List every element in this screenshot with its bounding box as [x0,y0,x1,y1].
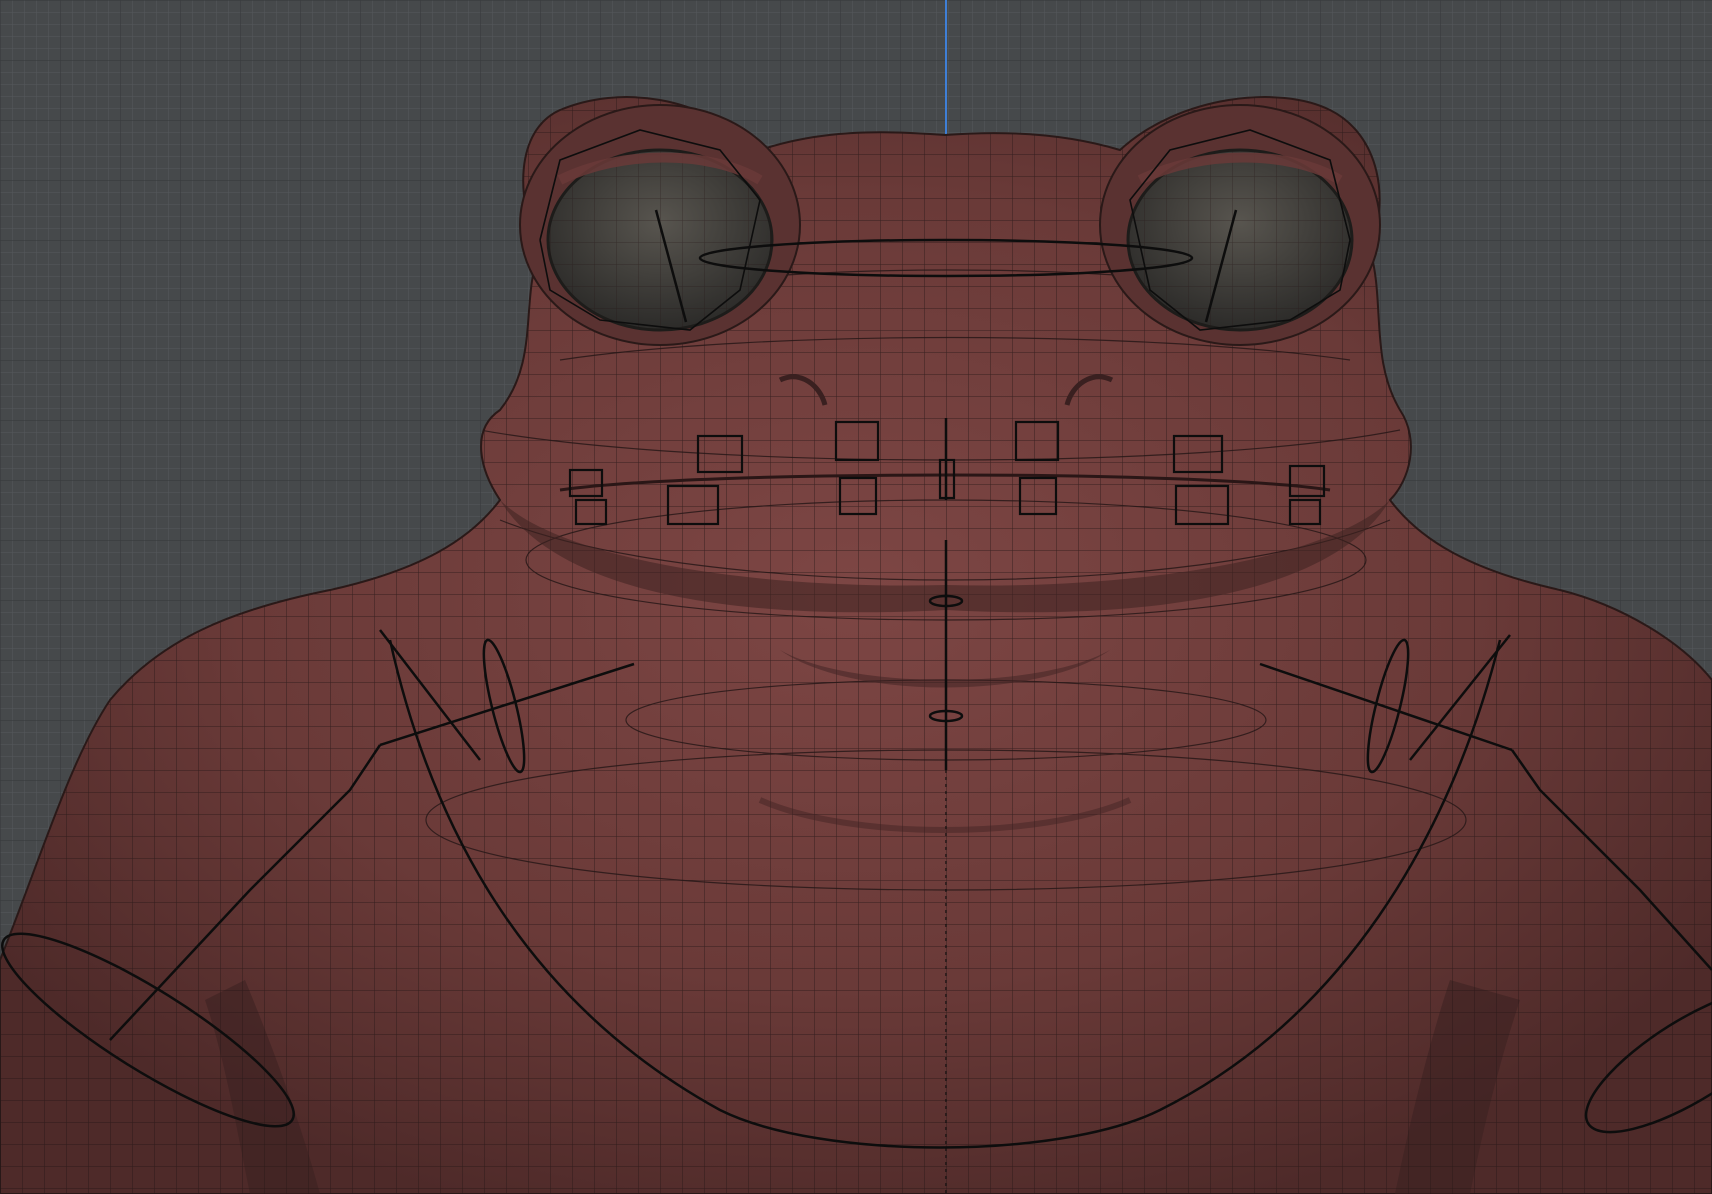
viewport-canvas[interactable] [0,0,1712,1194]
eye-left[interactable] [546,148,774,332]
3d-viewport[interactable] [0,0,1712,1194]
